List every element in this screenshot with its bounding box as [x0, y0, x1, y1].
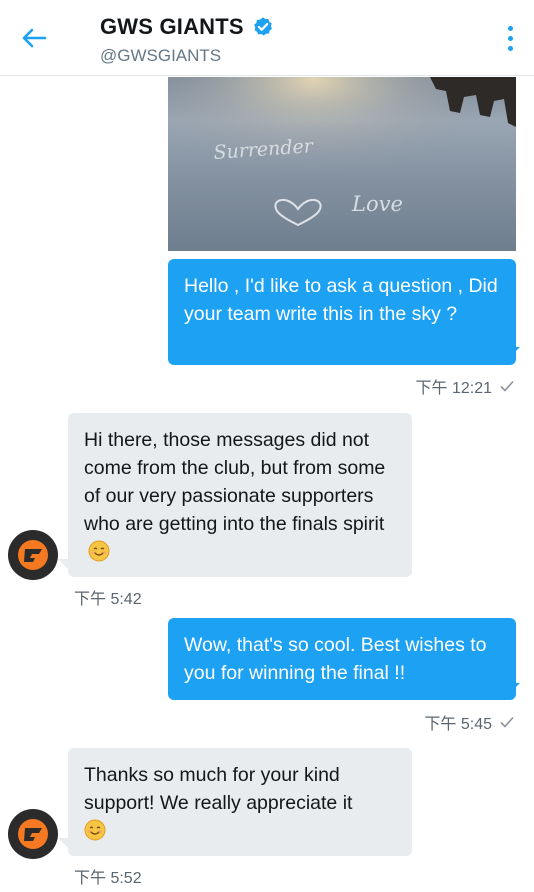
sky-text-love: Love [351, 192, 403, 216]
smiling-face-icon [88, 540, 110, 562]
message-timestamp: 下午 12:21 [416, 374, 515, 398]
gws-giants-logo [18, 540, 48, 570]
outgoing-message[interactable]: Hello , I'd like to ask a question , Did… [168, 259, 516, 365]
more-options-button[interactable] [498, 22, 522, 54]
message-timestamp: 下午 5:42 [74, 591, 142, 608]
conversation-header: GWS GIANTS @GWSGIANTS [0, 0, 534, 76]
account-handle: @GWSGIANTS [100, 46, 222, 65]
account-info[interactable]: GWS GIANTS @GWSGIANTS [100, 14, 274, 66]
message-thread[interactable]: Surrender Love Hello , I'd like to ask a… [0, 77, 534, 892]
account-name: GWS GIANTS [100, 14, 244, 39]
avatar[interactable] [8, 530, 58, 580]
shared-photo[interactable]: Surrender Love [168, 77, 516, 251]
smiling-face-icon [84, 819, 106, 841]
outgoing-message[interactable]: Wow, that's so cool. Best wishes to you … [168, 618, 516, 700]
gws-giants-logo [18, 819, 48, 849]
check-icon [500, 380, 514, 392]
message-timestamp: 下午 5:45 [424, 710, 514, 734]
check-icon [500, 716, 514, 728]
more-vertical-icon [507, 25, 513, 31]
back-button[interactable] [14, 20, 54, 56]
avatar[interactable] [8, 809, 58, 859]
message-timestamp: 下午 5:52 [74, 870, 142, 887]
incoming-message[interactable]: Hi there, those messages did not come fr… [68, 413, 412, 577]
verified-badge-icon [253, 17, 272, 36]
incoming-message[interactable]: Thanks so much for your kind support! We… [68, 748, 412, 856]
arrow-left-icon [22, 28, 47, 48]
